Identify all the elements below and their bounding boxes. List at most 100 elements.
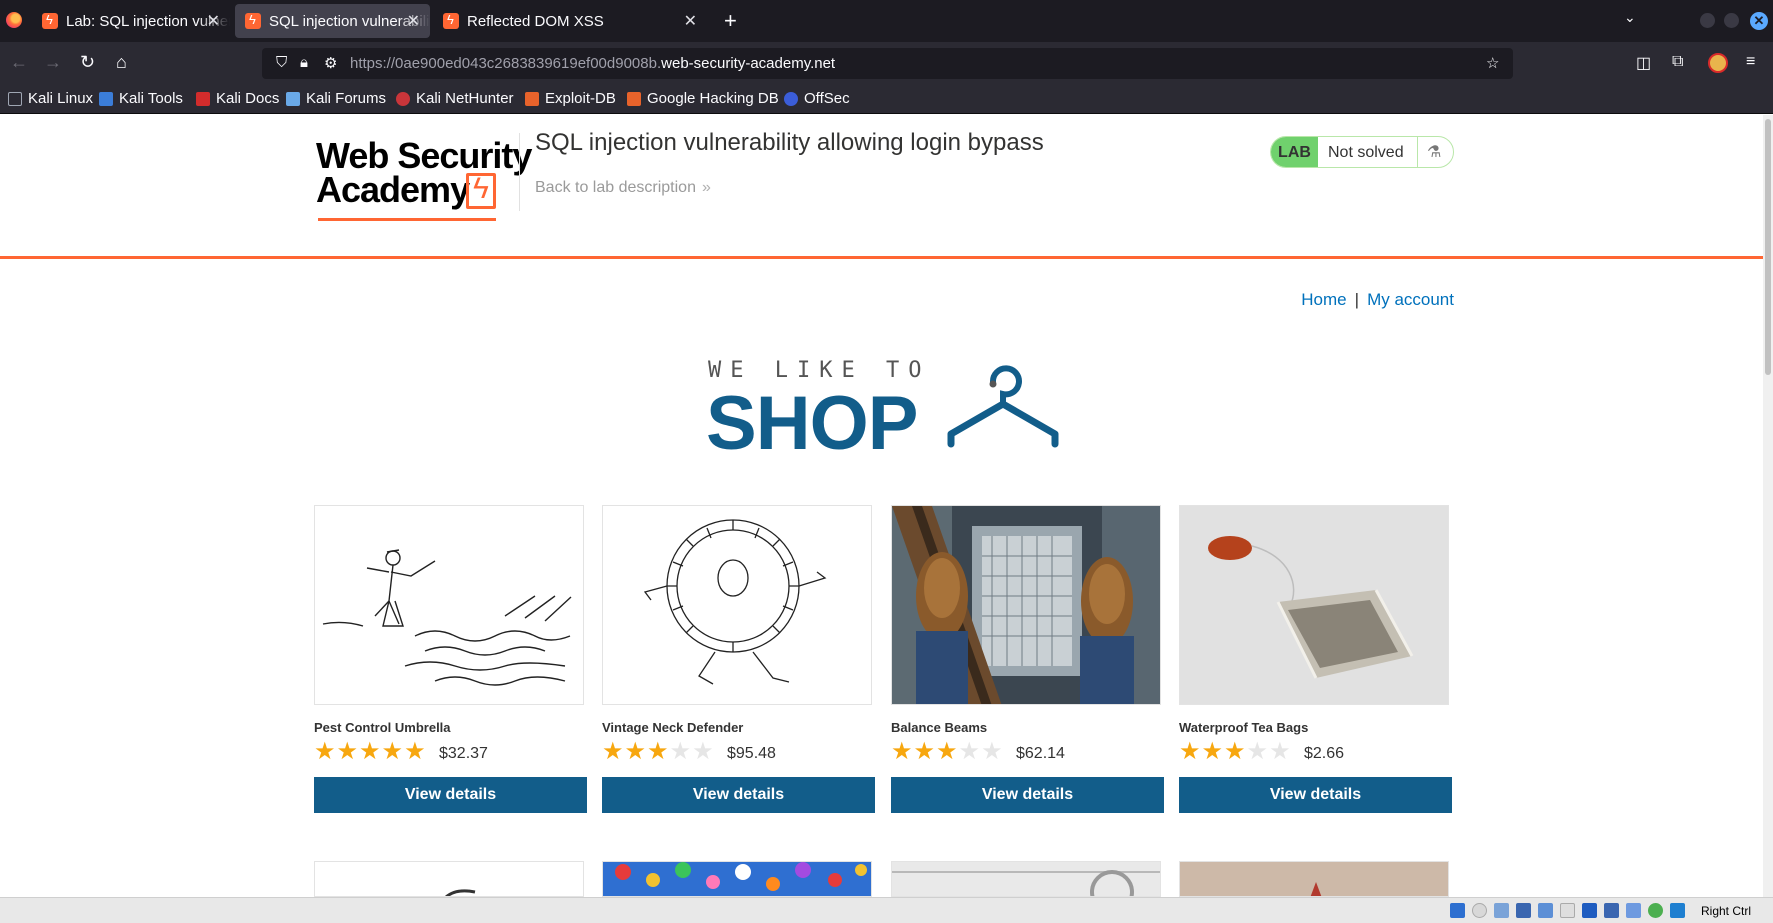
permissions-icon[interactable]: ⚙ bbox=[324, 54, 337, 72]
badge-divider bbox=[1417, 137, 1418, 167]
bookmark-kali-linux[interactable]: Kali Linux bbox=[8, 90, 93, 107]
url-host: web-security-academy.net bbox=[661, 55, 836, 72]
vm-download-icon[interactable] bbox=[1670, 903, 1685, 918]
kali-forums-icon bbox=[286, 91, 300, 106]
extensions-icon[interactable]: ⧉ bbox=[1672, 53, 1683, 71]
kali-tools-icon bbox=[99, 91, 113, 106]
my-account-link[interactable]: My account bbox=[1367, 290, 1454, 309]
product-image bbox=[891, 505, 1161, 705]
product-name: Pest Control Umbrella bbox=[314, 720, 451, 735]
shop-banner: WE LIKE TO SHOP bbox=[706, 358, 1066, 466]
portswigger-favicon-icon bbox=[245, 12, 261, 29]
offsec-icon bbox=[784, 91, 798, 106]
product-name: Waterproof Tea Bags bbox=[1179, 720, 1309, 735]
bookmark-kali-tools[interactable]: Kali Tools bbox=[99, 90, 183, 107]
pocket-icon[interactable]: ◫ bbox=[1636, 53, 1651, 73]
bookmark-kali-forums[interactable]: Kali Forums bbox=[286, 90, 386, 107]
url-text[interactable]: https://0ae900ed043c2683839619ef00d9008b… bbox=[350, 55, 835, 72]
tab-lab-instance[interactable]: SQL injection vulnerability allowing log… bbox=[235, 4, 430, 38]
account-avatar-icon[interactable] bbox=[1708, 53, 1728, 73]
bookmark-label: OffSec bbox=[804, 90, 850, 107]
tab-title: Lab: SQL injection vulnerability allowin… bbox=[66, 12, 230, 30]
bookmark-label: Kali Docs bbox=[216, 90, 280, 107]
web-page: Web Security Academy SQL injection vulne… bbox=[0, 115, 1763, 897]
maximize-window-icon[interactable] bbox=[1724, 13, 1739, 28]
tab-lab-description[interactable]: Lab: SQL injection vulnerability allowin… bbox=[32, 4, 230, 38]
star-empty-icon: ★ bbox=[958, 738, 981, 765]
close-window-icon[interactable]: ✕ bbox=[1750, 12, 1768, 30]
star-filled-icon: ★ bbox=[891, 738, 913, 765]
new-tab-icon[interactable]: + bbox=[724, 8, 737, 34]
bookmark-label: Kali Forums bbox=[306, 90, 387, 107]
nav-separator: | bbox=[1354, 290, 1360, 309]
home-link[interactable]: Home bbox=[1301, 290, 1346, 309]
view-details-button[interactable]: View details bbox=[891, 777, 1164, 813]
menu-icon[interactable]: ≡ bbox=[1746, 53, 1755, 71]
close-tab-icon[interactable]: ✕ bbox=[407, 11, 420, 31]
back-arrow-icon[interactable]: ← bbox=[10, 52, 28, 73]
product-image bbox=[602, 861, 872, 897]
firefox-icon[interactable] bbox=[6, 12, 22, 28]
star-filled-icon: ★ bbox=[404, 738, 426, 765]
vm-recording-icon[interactable] bbox=[1604, 903, 1619, 918]
bookmark-offsec[interactable]: OffSec bbox=[784, 90, 850, 107]
forward-arrow-icon[interactable]: → bbox=[44, 52, 62, 73]
star-filled-icon: ★ bbox=[647, 738, 669, 765]
view-details-button[interactable]: View details bbox=[314, 777, 587, 813]
product-price: $32.37 bbox=[439, 745, 488, 762]
product-price: $62.14 bbox=[1016, 745, 1065, 762]
logo-underline bbox=[318, 218, 496, 221]
lab-status-text: Not solved bbox=[1328, 144, 1404, 161]
view-details-button[interactable]: View details bbox=[1179, 777, 1452, 813]
product-rating: ★ ★ ★ ★ ★ bbox=[314, 740, 427, 764]
star-empty-icon: ★ bbox=[981, 738, 1003, 765]
chevron-down-icon[interactable]: ⌄ bbox=[1624, 9, 1636, 26]
portswigger-favicon-icon bbox=[443, 12, 459, 29]
vm-network-icon[interactable] bbox=[1516, 903, 1531, 918]
home-icon[interactable]: ⌂ bbox=[116, 52, 127, 73]
reload-icon[interactable]: ↻ bbox=[80, 52, 95, 73]
bookmark-label: Kali Tools bbox=[119, 90, 183, 107]
flask-icon: ⚗ bbox=[1427, 144, 1442, 161]
vm-hdd-icon[interactable] bbox=[1450, 903, 1465, 918]
star-filled-icon: ★ bbox=[602, 738, 624, 765]
shield-icon[interactable]: ⛉ bbox=[276, 54, 287, 71]
back-link-label: Back to lab description bbox=[535, 179, 696, 196]
vm-optical-icon[interactable] bbox=[1472, 903, 1487, 918]
logo-line-2: Academy bbox=[316, 169, 470, 210]
star-filled-icon: ★ bbox=[936, 738, 958, 765]
vm-audio-icon[interactable] bbox=[1494, 903, 1509, 918]
vm-guest-additions-icon[interactable] bbox=[1648, 903, 1663, 918]
product-rating: ★ ★ ★ ★ ★ bbox=[891, 740, 1004, 764]
bookmark-label: Google Hacking DB bbox=[647, 90, 779, 107]
kali-docs-icon bbox=[196, 91, 210, 106]
view-details-button[interactable]: View details bbox=[602, 777, 875, 813]
bookmark-google-hacking-db[interactable]: Google Hacking DB bbox=[627, 90, 779, 107]
back-to-lab-description-link[interactable]: Back to lab description » bbox=[535, 179, 711, 197]
bookmark-kali-docs[interactable]: Kali Docs bbox=[196, 90, 279, 107]
star-filled-icon: ★ bbox=[314, 738, 336, 765]
lock-icon[interactable]: 🔒︎ bbox=[300, 54, 308, 71]
lab-title: SQL injection vulnerability allowing log… bbox=[535, 129, 1044, 156]
vm-status-bar: Right Ctrl bbox=[0, 897, 1773, 923]
vm-usb-icon[interactable] bbox=[1538, 903, 1553, 918]
tab-reflected-dom-xss[interactable]: Reflected DOM XSS ✕ bbox=[433, 4, 713, 38]
web-security-academy-logo[interactable]: Web Security Academy bbox=[316, 135, 532, 221]
close-tab-icon[interactable]: ✕ bbox=[684, 11, 697, 31]
minimize-window-icon[interactable] bbox=[1700, 13, 1715, 28]
vm-shared-folder-icon[interactable] bbox=[1560, 903, 1575, 918]
bookmark-star-icon[interactable]: ☆ bbox=[1486, 54, 1499, 72]
bookmark-kali-nethunter[interactable]: Kali NetHunter bbox=[396, 90, 514, 107]
top-navigation: Home | My account bbox=[1301, 290, 1454, 310]
scrollbar-thumb[interactable] bbox=[1765, 119, 1771, 375]
vm-virtualization-icon[interactable] bbox=[1626, 903, 1641, 918]
close-tab-icon[interactable]: ✕ bbox=[207, 11, 220, 31]
star-filled-icon: ★ bbox=[624, 738, 647, 765]
star-filled-icon: ★ bbox=[336, 738, 359, 765]
page-scrollbar[interactable] bbox=[1763, 115, 1773, 897]
address-bar[interactable]: ⛉ 🔒︎ ⚙ https://0ae900ed043c2683839619ef0… bbox=[262, 48, 1513, 79]
bookmark-exploit-db[interactable]: Exploit-DB bbox=[525, 90, 616, 107]
star-filled-icon: ★ bbox=[1179, 738, 1201, 765]
vm-display-icon[interactable] bbox=[1582, 903, 1597, 918]
star-empty-icon: ★ bbox=[1246, 738, 1269, 765]
